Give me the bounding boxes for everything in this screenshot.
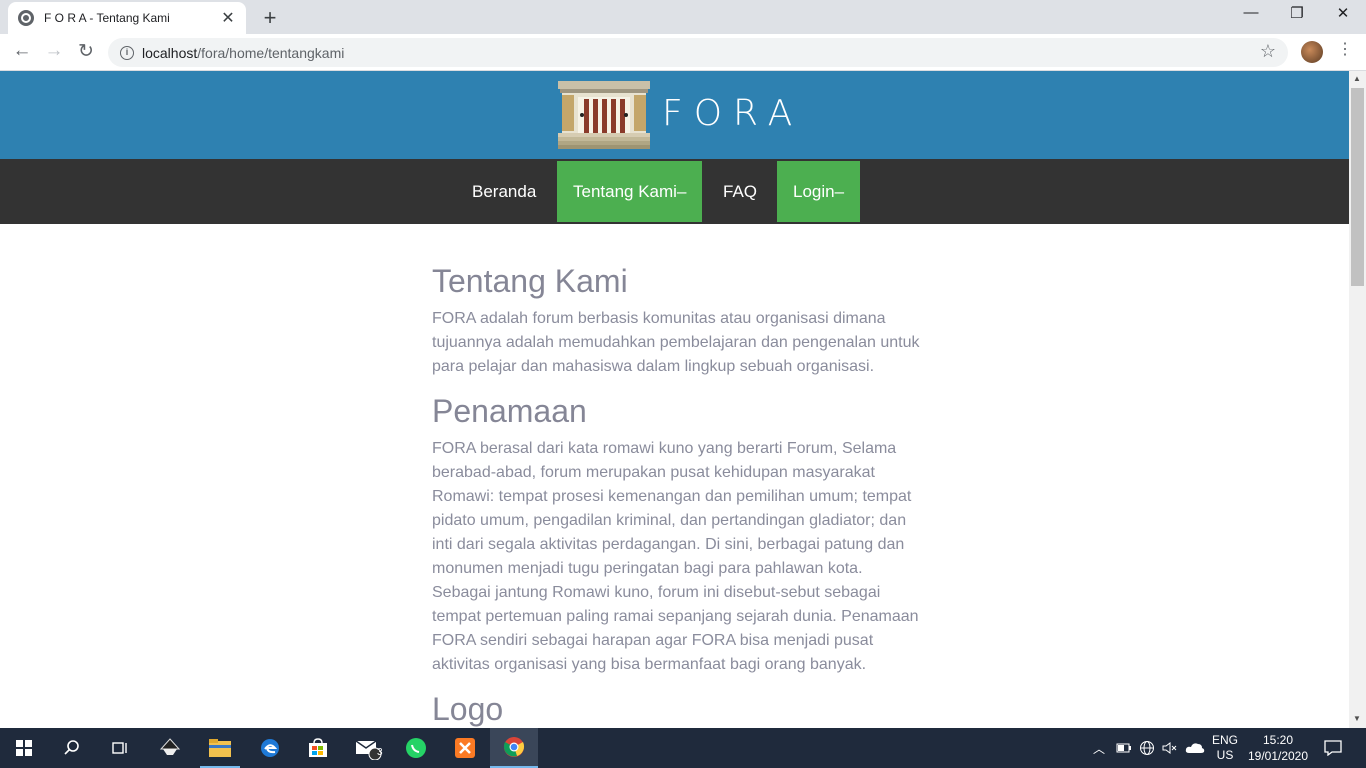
chrome-icon[interactable] [490, 728, 538, 768]
url-host: localhost [142, 44, 198, 61]
paragraph-penamaan: FORA berasal dari kata romawi kuno yang … [432, 440, 919, 673]
battery-icon[interactable] [1114, 728, 1134, 768]
main-content: Tentang Kami FORA adalah forum berbasis … [432, 261, 922, 728]
profile-avatar[interactable] [1301, 41, 1323, 63]
minimize-button[interactable]: — [1228, 4, 1274, 21]
reload-button[interactable]: ↻ [74, 40, 98, 63]
windows-taskbar: 3 ︿ ENG US 15:20 19/01/2020 [0, 728, 1366, 768]
notifications-icon[interactable] [1318, 728, 1348, 768]
nav-tentang-kami[interactable]: Tentang Kami– [557, 161, 703, 222]
page-scrollbar[interactable]: ▲ ▼ [1349, 71, 1366, 728]
edge-icon[interactable] [246, 728, 294, 768]
network-globe-icon[interactable] [1137, 728, 1157, 768]
page-viewport: FORA Beranda Tentang Kami– FAQ Login– Te… [0, 71, 1349, 728]
windows-start-icon[interactable] [0, 728, 48, 768]
address-bar[interactable]: i localhost/fora/home/tentangkami ☆ [108, 38, 1288, 67]
site-header: FORA [0, 71, 1349, 159]
window-close-button[interactable]: ✕ [1320, 4, 1366, 22]
clock-time: 15:20 [1262, 733, 1294, 747]
forward-button[interactable]: → [42, 40, 66, 62]
xampp-icon[interactable] [441, 728, 489, 768]
lang-top: ENG [1211, 733, 1238, 747]
bookmark-star-icon[interactable]: ☆ [1260, 41, 1276, 62]
close-tab-icon[interactable]: ✕ [220, 8, 236, 28]
url-path: /fora/home/tentangkami [197, 44, 345, 61]
scrollbar-thumb[interactable] [1351, 88, 1364, 286]
lang-bottom: US [1216, 748, 1234, 762]
browser-tab-strip: F O R A - Tentang Kami ✕ + — ❐ ✕ [0, 0, 1366, 34]
menu-kebab-icon[interactable]: ⋮ [1337, 39, 1353, 59]
browser-tab[interactable]: F O R A - Tentang Kami ✕ [8, 2, 246, 34]
nav-faq[interactable]: FAQ [707, 161, 773, 222]
forum-building-logo[interactable] [558, 81, 650, 149]
heading-tentang-kami: Tentang Kami [432, 263, 628, 299]
new-tab-button[interactable]: + [258, 5, 282, 31]
onedrive-cloud-icon[interactable] [1184, 728, 1206, 768]
inkscape-icon[interactable] [146, 728, 194, 768]
search-icon[interactable] [48, 728, 96, 768]
back-button[interactable]: ← [10, 40, 34, 62]
mail-badge: 3 [377, 747, 383, 758]
site-navbar: Beranda Tentang Kami– FAQ Login– [0, 159, 1349, 224]
speaker-muted-icon[interactable] [1160, 728, 1180, 768]
browser-toolbar: ← → ↻ i localhost/fora/home/tentangkami … [0, 34, 1366, 71]
nav-beranda[interactable]: Beranda [456, 161, 552, 222]
clock-date: 19/01/2020 [1247, 749, 1309, 763]
store-icon[interactable] [294, 728, 342, 768]
nav-login[interactable]: Login– [777, 161, 861, 222]
heading-penamaan: Penamaan [432, 393, 587, 429]
info-icon[interactable]: i [120, 45, 134, 60]
restore-button[interactable]: ❐ [1274, 4, 1320, 22]
show-hidden-icons-chevron-icon[interactable]: ︿ [1090, 728, 1108, 768]
task-view-icon[interactable] [96, 728, 144, 768]
site-brand[interactable]: FORA [662, 93, 803, 134]
paragraph-tentang-kami: FORA adalah forum berbasis komunitas ata… [432, 310, 920, 375]
tab-title: F O R A - Tentang Kami [44, 11, 170, 25]
whatsapp-icon[interactable] [392, 728, 440, 768]
input-language-indicator[interactable]: ENG US [1210, 728, 1240, 768]
heading-logo: Logo [432, 691, 504, 727]
file-explorer-icon[interactable] [196, 728, 244, 768]
scroll-up-arrow-icon[interactable]: ▲ [1353, 74, 1361, 83]
mail-icon[interactable]: 3 [344, 728, 392, 768]
scroll-down-arrow-icon[interactable]: ▼ [1353, 714, 1361, 723]
globe-icon [18, 10, 34, 26]
clock[interactable]: 15:20 19/01/2020 [1246, 728, 1310, 768]
